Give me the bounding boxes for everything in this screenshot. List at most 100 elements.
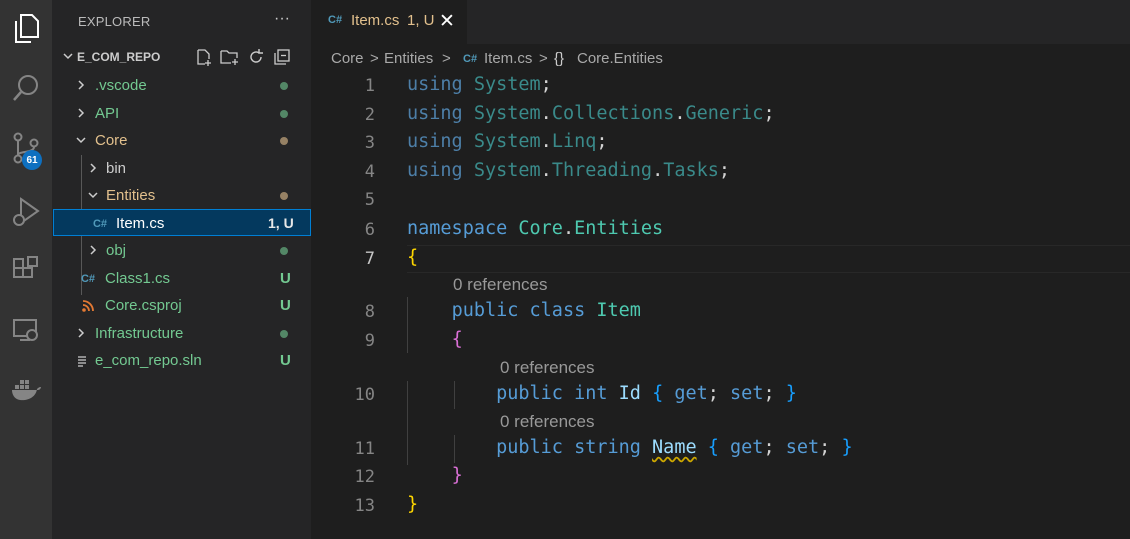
breadcrumb-item[interactable]: Core — [331, 50, 364, 67]
line-number: 9 — [364, 331, 375, 351]
code-line: using System; — [407, 74, 552, 95]
repo-name: E_COM_REPO — [77, 50, 161, 64]
tab-item-cs[interactable]: C# Item.cs 1, U ✕ — [311, 0, 467, 44]
current-line-highlight — [407, 245, 1130, 273]
line-number: 8 — [364, 302, 375, 322]
tree-item-label: Core.csproj — [105, 297, 182, 314]
code-line: } — [451, 465, 463, 486]
code-line: { — [451, 329, 463, 350]
chevron-down-icon — [76, 137, 86, 144]
explorer-panel: EXPLORER ··· E_COM_REPO .vscode API Core… — [52, 0, 311, 539]
warning-squiggle: Name — [652, 437, 697, 458]
search-icon[interactable] — [8, 70, 44, 106]
tree-item-label: Entities — [106, 187, 156, 204]
tab-bar: C# Item.cs 1, U ✕ — [311, 0, 1130, 44]
chevron-right-icon — [78, 108, 85, 118]
code-line: public int Id { get; set; } — [496, 383, 797, 404]
rss-file-icon — [80, 298, 96, 314]
explorer-title: EXPLORER — [78, 14, 151, 29]
csharp-file-icon: C# — [328, 14, 343, 26]
tree-item-item-cs[interactable]: C# Item.cs 1, U — [53, 209, 311, 236]
code-line: public class Item — [451, 300, 641, 321]
chevron-right-icon — [90, 245, 97, 255]
explorer-icon[interactable] — [8, 11, 44, 47]
code-line: { — [407, 247, 419, 268]
tree-item-api[interactable]: API — [52, 100, 311, 127]
code-line: } — [407, 494, 419, 515]
tree-item-core[interactable]: Core — [52, 127, 311, 154]
code-line: using System.Linq; — [407, 131, 608, 152]
tree-item-label: Item.cs — [116, 215, 165, 232]
chevron-right-icon: > — [539, 50, 548, 67]
docker-icon[interactable] — [8, 372, 44, 408]
tree-item-label: Infrastructure — [95, 325, 184, 342]
untracked-dot — [280, 247, 288, 255]
chevron-down-icon — [63, 53, 73, 60]
tree-item-bin[interactable]: bin — [52, 155, 311, 182]
csharp-file-icon: C# — [463, 53, 478, 65]
modified-dot — [280, 137, 288, 145]
namespace-icon: {} — [554, 50, 565, 67]
tree-item-vscode[interactable]: .vscode — [52, 72, 311, 99]
repo-actions — [194, 47, 292, 67]
tree-item-label: API — [95, 105, 120, 122]
line-number: 2 — [364, 105, 375, 125]
tab-label: Item.cs — [351, 12, 400, 29]
code-editor[interactable]: 1 2 3 4 5 6 7 8 9 10 11 12 13 using Syst… — [311, 72, 1130, 539]
source-control-badge: 61 — [22, 150, 42, 170]
file-status: U — [280, 352, 291, 369]
line-number: 11 — [354, 439, 375, 459]
new-folder-icon[interactable] — [220, 47, 240, 67]
chevron-right-icon: > — [370, 50, 379, 67]
breadcrumb-item[interactable]: Entities — [384, 50, 433, 67]
tree-item-label: Core — [95, 132, 128, 149]
code-line: namespace Core.Entities — [407, 218, 664, 239]
code-line: using System.Collections.Generic; — [407, 103, 775, 124]
chevron-right-icon: > — [442, 50, 451, 67]
activity-bar: 61 — [0, 0, 52, 539]
line-number: 1 — [364, 76, 375, 96]
run-debug-icon[interactable] — [8, 194, 44, 230]
references-codelens[interactable]: 0 references — [453, 275, 548, 295]
untracked-dot — [280, 330, 288, 338]
repo-header[interactable]: E_COM_REPO — [52, 46, 311, 68]
chevron-right-icon — [90, 163, 97, 173]
new-file-icon[interactable] — [194, 47, 214, 67]
chevron-down-icon — [88, 192, 98, 199]
tree-item-class1-cs[interactable]: C# Class1.cs U — [52, 265, 311, 292]
tree-item-label: .vscode — [95, 77, 147, 94]
file-status: U — [280, 297, 291, 314]
chevron-right-icon — [78, 328, 85, 338]
line-number: 4 — [364, 162, 375, 182]
line-number: 10 — [354, 385, 375, 405]
extensions-icon[interactable] — [8, 252, 44, 288]
remote-explorer-icon[interactable] — [8, 312, 44, 348]
line-number: 12 — [354, 467, 375, 487]
breadcrumb-item[interactable]: Core.Entities — [577, 50, 663, 67]
tree-item-label: bin — [106, 160, 127, 177]
references-codelens[interactable]: 0 references — [500, 412, 595, 432]
code-line: public string Name { get; set; } — [496, 437, 853, 458]
line-number: 3 — [364, 133, 375, 153]
csharp-file-icon: C# — [92, 218, 108, 230]
tree-item-label: e_com_repo.sln — [95, 352, 202, 369]
code-line: using System.Threading.Tasks; — [407, 160, 731, 181]
tree-item-sln[interactable]: e_com_repo.sln U — [52, 347, 311, 374]
references-codelens[interactable]: 0 references — [500, 358, 595, 378]
tree-item-core-csproj[interactable]: Core.csproj U — [52, 292, 311, 319]
tree-item-label: obj — [106, 242, 127, 259]
chevron-right-icon — [78, 80, 85, 90]
collapse-all-icon[interactable] — [272, 47, 292, 67]
close-icon[interactable]: ✕ — [439, 10, 455, 33]
solution-file-icon — [74, 353, 90, 369]
modified-dot — [280, 192, 288, 200]
more-actions-button[interactable]: ··· — [271, 8, 293, 30]
refresh-icon[interactable] — [246, 47, 266, 67]
file-status: U — [280, 270, 291, 287]
tree-item-obj[interactable]: obj — [52, 237, 311, 264]
tree-item-infrastructure[interactable]: Infrastructure — [52, 320, 311, 347]
line-number: 13 — [354, 496, 375, 516]
breadcrumb-item[interactable]: Item.cs — [484, 50, 532, 67]
tab-status: 1, U — [407, 12, 435, 29]
tree-item-entities[interactable]: Entities — [52, 182, 311, 209]
